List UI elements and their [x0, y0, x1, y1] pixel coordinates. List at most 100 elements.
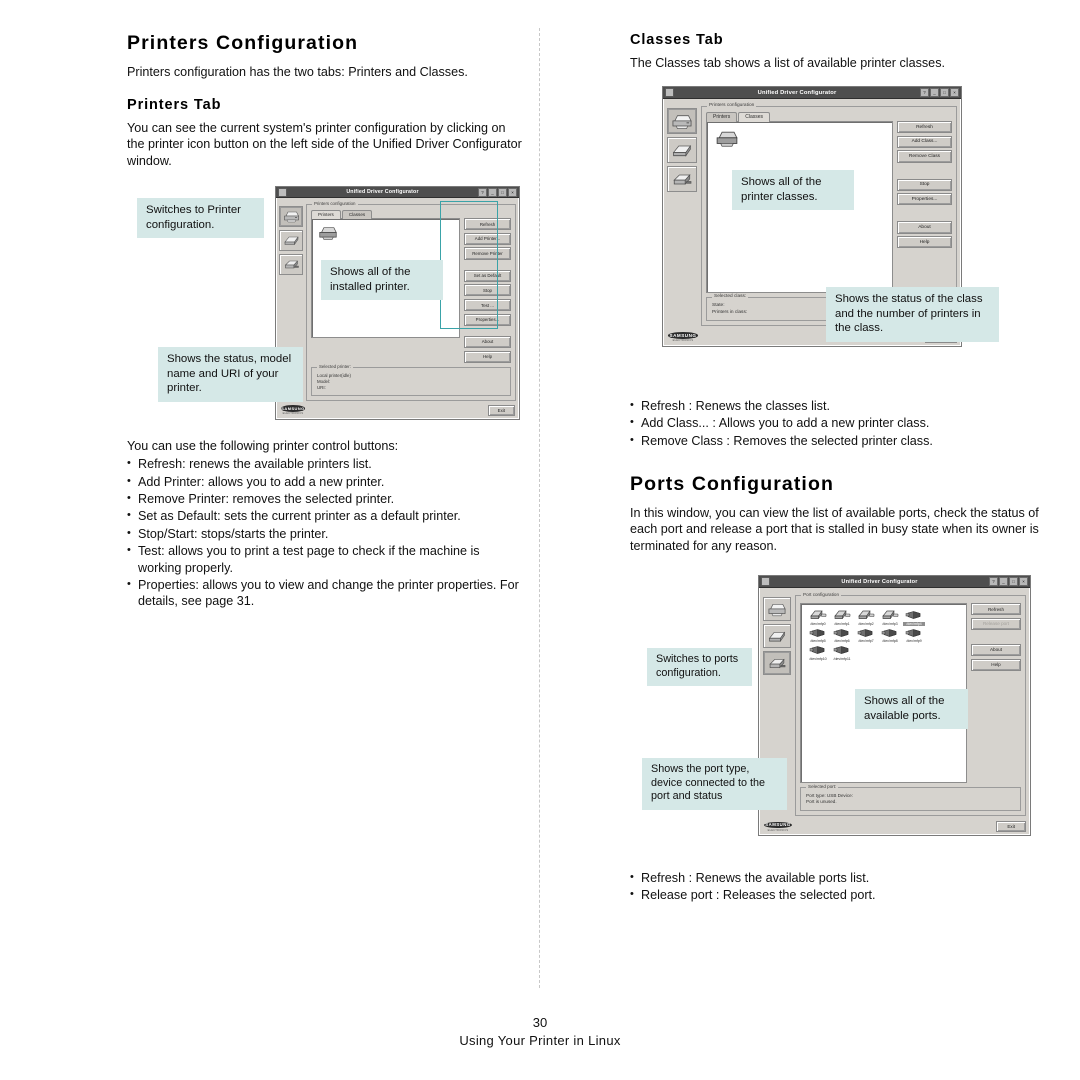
port-label: /dev/mfp2 [858, 621, 874, 626]
minimize-button[interactable]: _ [999, 577, 1008, 586]
group-title: Printers configuration [312, 201, 358, 206]
selected-printer-box: Selected printer: Local printer(idle) Mo… [311, 363, 511, 396]
properties-button[interactable]: Properties... [897, 193, 952, 206]
sidebar-item-printers[interactable] [279, 206, 303, 227]
window-controls[interactable]: ? _ □ × [989, 577, 1028, 586]
tab-row[interactable]: Printers Classes [706, 112, 952, 122]
window-controls[interactable]: ? _ □ × [920, 88, 959, 97]
about-button[interactable]: About [464, 335, 511, 348]
list-item: Remove Class : Removes the selected prin… [630, 432, 1042, 449]
port-item[interactable]: /dev/mfp6 [831, 627, 853, 643]
port-label: /dev/mfp10 [809, 656, 827, 661]
maximize-button[interactable]: □ [940, 88, 949, 97]
port-item[interactable]: /dev/mfp9 [903, 627, 925, 643]
usb-port-icon [809, 628, 825, 637]
close-button[interactable]: × [950, 88, 959, 97]
minimize-button[interactable]: _ [930, 88, 939, 97]
refresh-button[interactable]: Refresh [897, 121, 952, 134]
sidebar-item-scanner[interactable] [763, 624, 791, 648]
close-button[interactable]: × [508, 187, 517, 197]
help-button[interactable]: Help [464, 350, 511, 363]
parallel-port-icon [834, 610, 851, 620]
close-button[interactable]: × [1019, 577, 1028, 586]
port-item[interactable]: /dev/mfp5 [807, 627, 829, 643]
window-app-icon [665, 88, 674, 97]
exit-button[interactable]: Exit [996, 820, 1026, 833]
help-button[interactable]: ? [989, 577, 998, 586]
release-port-button[interactable]: Release port [971, 617, 1021, 630]
parallel-port-icon [882, 610, 899, 620]
add-class-button[interactable]: Add Class... [897, 135, 952, 148]
sidebar-item-ports[interactable] [763, 651, 791, 675]
classes-tab-heading: Classes Tab [630, 32, 724, 48]
sidebar-item-printers[interactable] [667, 108, 697, 134]
ports-button-list: Refresh : Renews the available ports lis… [630, 869, 1042, 904]
port-item-selected[interactable]: /dev/mfp4 [903, 609, 925, 626]
button-gap [971, 632, 1021, 641]
about-button[interactable]: About [971, 643, 1021, 657]
ports-grid[interactable]: /dev/mfp0 /dev/mfp1 /dev/mfp2 /dev/mfp3 … [801, 604, 966, 661]
help-button[interactable]: ? [920, 88, 929, 97]
refresh-button[interactable]: Refresh [464, 218, 511, 231]
sidebar-item-ports[interactable] [279, 254, 303, 275]
properties-button[interactable]: Properties... [464, 313, 511, 326]
ports-row: /dev/mfp5 /dev/mfp6 /dev/mfp7 /dev/mfp8 … [807, 627, 966, 643]
port-item[interactable]: /dev/mfp8 [879, 627, 901, 643]
button-gap [464, 262, 511, 267]
printer-class-item-icon[interactable] [715, 129, 739, 148]
minimize-button[interactable]: _ [488, 187, 497, 197]
printer-icon [672, 114, 692, 129]
test-button[interactable]: Test ... [464, 298, 511, 312]
list-item: Refresh : Renews the available ports lis… [630, 869, 1042, 886]
usb-port-icon [833, 628, 849, 637]
port-label: /dev/mfp1 [834, 621, 850, 626]
port-item[interactable]: /dev/mfp10 [807, 644, 829, 661]
left-column-buttons-section: You can use the following printer contro… [127, 438, 525, 611]
port-item[interactable]: /dev/mfp1 [831, 609, 853, 626]
port-item[interactable]: /dev/mfp3 [879, 609, 901, 626]
help-button[interactable]: ? [478, 187, 487, 197]
set-as-default-button[interactable]: Set as Default [464, 269, 511, 282]
sidebar-item-printers[interactable] [763, 597, 791, 621]
document-page: Printers Configuration Printers configur… [0, 0, 1080, 1080]
maximize-button[interactable]: □ [498, 187, 507, 197]
port-item[interactable]: /dev/mfp2 [855, 609, 877, 626]
refresh-button[interactable]: Refresh [971, 603, 1021, 616]
stop-button[interactable]: Stop [897, 178, 952, 191]
callout-switches-to-printer: Switches to Printer configuration. [137, 198, 264, 239]
tab-printers[interactable]: Printers [706, 112, 738, 122]
tab-classes[interactable]: Classes [341, 210, 373, 219]
port-item[interactable]: /dev/mfp0 [807, 609, 829, 626]
maximize-button[interactable]: □ [1009, 577, 1018, 586]
tab-printers[interactable]: Printers [311, 210, 341, 219]
port-item[interactable]: /dev/mfp11 [831, 644, 853, 661]
sidebar-item-scanner[interactable] [667, 137, 697, 163]
list-item: Add Printer: allows you to add a new pri… [127, 473, 525, 490]
about-button[interactable]: About [897, 221, 952, 234]
tab-classes[interactable]: Classes [738, 112, 771, 122]
port-label: /dev/mfp0 [810, 621, 826, 626]
port-icon [769, 658, 786, 668]
stop-button[interactable]: Stop [464, 284, 511, 297]
window-controls[interactable]: ? _ □ × [478, 187, 517, 197]
printer-control-button-list: Refresh: renews the available printers l… [127, 455, 525, 610]
class-action-buttons[interactable]: Refresh Add Class... Remove Class Stop P… [897, 121, 952, 293]
printer-action-buttons[interactable]: Refresh Add Printer... Remove Printer Se… [464, 218, 511, 363]
sidebar[interactable] [667, 103, 697, 326]
port-action-buttons[interactable]: Refresh Release port About Help [971, 603, 1021, 783]
help-button[interactable]: Help [897, 236, 952, 249]
samsung-logo-sub: ELECTRONICS [767, 828, 789, 832]
help-button[interactable]: Help [971, 658, 1021, 671]
selected-printer-title: Selected printer: [317, 363, 353, 370]
sidebar-item-scanner[interactable] [279, 230, 303, 251]
remove-printer-button[interactable]: Remove Printer [464, 247, 511, 260]
tab-row[interactable]: Printers Classes [311, 210, 511, 219]
remove-class-button[interactable]: Remove Class [897, 150, 952, 163]
port-item[interactable]: /dev/mfp7 [855, 627, 877, 643]
add-printer-button[interactable]: Add Printer... [464, 232, 511, 245]
exit-button[interactable]: Exit [487, 404, 515, 416]
printer-item-icon[interactable] [318, 225, 338, 241]
printers-tab-paragraph: You can see the current system's printer… [127, 121, 522, 168]
sidebar-item-ports[interactable] [667, 166, 697, 192]
window-titlebar: Unified Driver Configurator ? _ □ × [276, 187, 519, 198]
